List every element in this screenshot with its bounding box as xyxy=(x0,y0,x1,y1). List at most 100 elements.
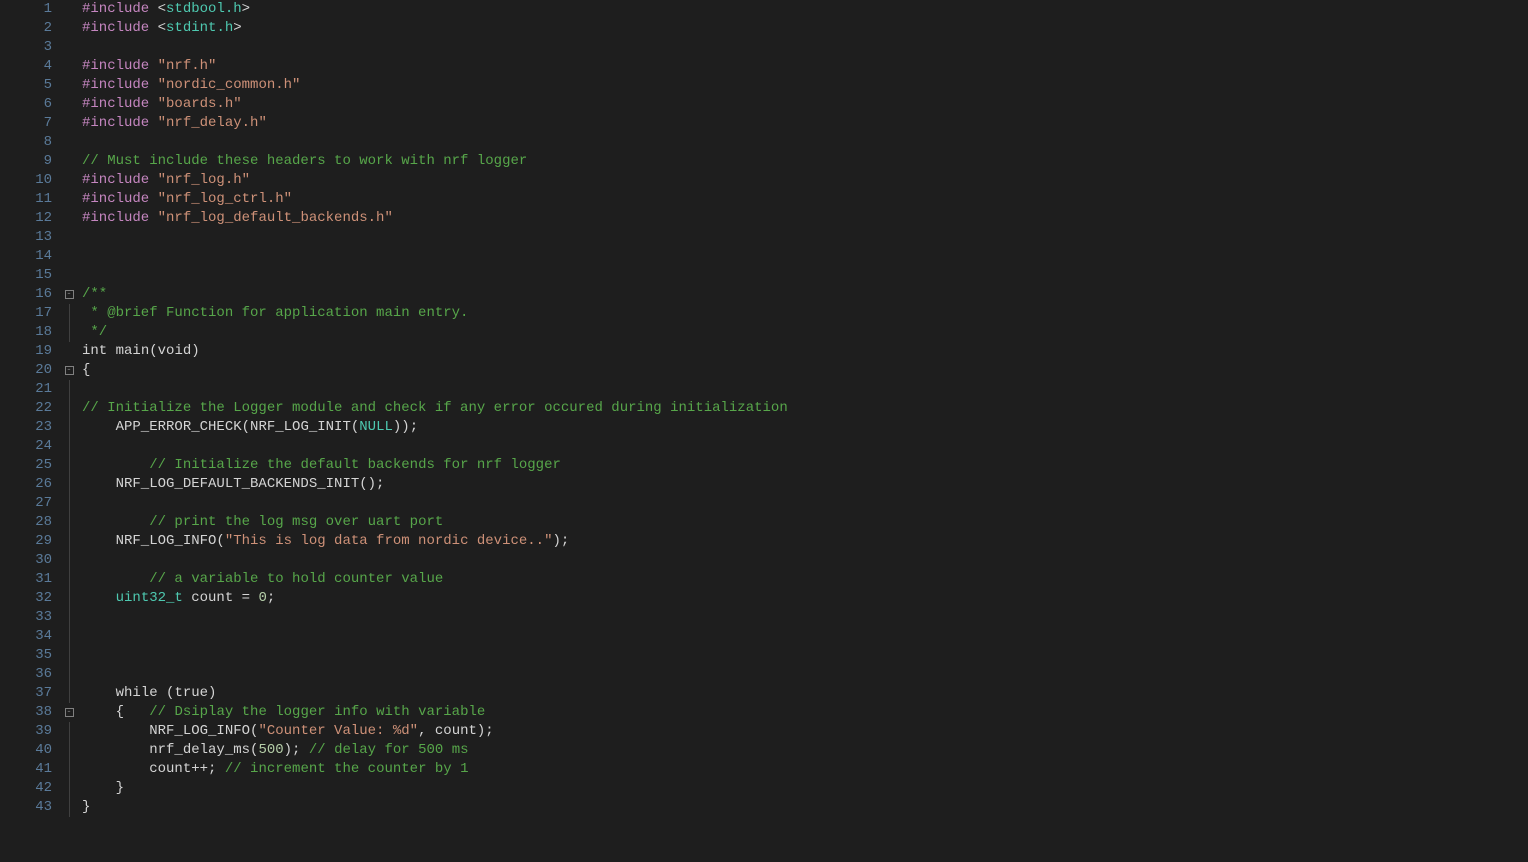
token-punct: (); xyxy=(359,476,384,492)
token-punct: ) xyxy=(208,685,216,701)
code-line[interactable]: // Must include these headers to work wi… xyxy=(82,152,1528,171)
fold-empty xyxy=(62,171,76,190)
code-line[interactable]: #include "nordic_common.h" xyxy=(82,76,1528,95)
fold-guide xyxy=(62,627,76,646)
code-area[interactable]: #include <stdbool.h>#include <stdint.h>#… xyxy=(76,0,1528,862)
code-line[interactable] xyxy=(82,380,1528,399)
line-number: 31 xyxy=(0,570,56,589)
token-id xyxy=(124,704,149,720)
token-pp: #include xyxy=(82,58,158,74)
token-id xyxy=(82,780,116,796)
fold-toggle-icon[interactable]: - xyxy=(62,285,76,304)
code-line[interactable] xyxy=(82,627,1528,646)
code-line[interactable]: #include <stdint.h> xyxy=(82,19,1528,38)
code-line[interactable]: } xyxy=(82,779,1528,798)
code-line[interactable] xyxy=(82,38,1528,57)
token-pp: #include xyxy=(82,172,158,188)
code-editor[interactable]: 1234567891011121314151617181920212223242… xyxy=(0,0,1528,862)
token-punct: ( xyxy=(149,343,157,359)
token-punct: } xyxy=(116,780,124,796)
token-num: 0 xyxy=(258,590,266,606)
token-hdr: stdint.h xyxy=(166,20,233,36)
code-line[interactable]: APP_ERROR_CHECK(NRF_LOG_INIT(NULL)); xyxy=(82,418,1528,437)
token-id: NRF_LOG_INIT xyxy=(250,419,351,435)
fold-guide xyxy=(62,760,76,779)
token-op: = xyxy=(242,590,250,606)
code-line[interactable] xyxy=(82,228,1528,247)
code-line[interactable]: uint32_t count = 0; xyxy=(82,589,1528,608)
line-number: 7 xyxy=(0,114,56,133)
code-line[interactable] xyxy=(82,608,1528,627)
code-line[interactable]: #include "nrf_delay.h" xyxy=(82,114,1528,133)
code-line[interactable]: int main(void) xyxy=(82,342,1528,361)
fold-empty xyxy=(62,133,76,152)
token-type: uint32_t xyxy=(116,590,183,606)
fold-empty xyxy=(62,152,76,171)
line-number: 34 xyxy=(0,627,56,646)
code-line[interactable]: // Initialize the default backends for n… xyxy=(82,456,1528,475)
token-doc: * @brief Function for application main e… xyxy=(82,305,468,321)
fold-guide xyxy=(62,323,76,342)
code-line[interactable]: count++; // increment the counter by 1 xyxy=(82,760,1528,779)
line-number: 29 xyxy=(0,532,56,551)
token-id xyxy=(82,457,149,473)
line-number: 40 xyxy=(0,741,56,760)
token-kw: while xyxy=(116,685,158,701)
code-line[interactable] xyxy=(82,133,1528,152)
code-line[interactable] xyxy=(82,494,1528,513)
code-line[interactable] xyxy=(82,266,1528,285)
code-line[interactable] xyxy=(82,646,1528,665)
code-line[interactable]: nrf_delay_ms(500); // delay for 500 ms xyxy=(82,741,1528,760)
code-line[interactable]: #include "nrf_log.h" xyxy=(82,171,1528,190)
fold-column[interactable]: - - - xyxy=(62,0,76,862)
fold-guide xyxy=(62,608,76,627)
token-str: "nrf_log.h" xyxy=(158,172,250,188)
token-id xyxy=(158,685,166,701)
fold-guide xyxy=(62,646,76,665)
token-id: count xyxy=(183,590,242,606)
code-line[interactable]: #include "nrf_log_default_backends.h" xyxy=(82,209,1528,228)
fold-guide xyxy=(62,570,76,589)
token-kw: int xyxy=(82,343,107,359)
code-line[interactable]: while (true) xyxy=(82,684,1528,703)
code-line[interactable] xyxy=(82,551,1528,570)
code-line[interactable]: #include "boards.h" xyxy=(82,95,1528,114)
line-number: 27 xyxy=(0,494,56,513)
code-line[interactable]: // a variable to hold counter value xyxy=(82,570,1528,589)
fold-guide xyxy=(62,494,76,513)
code-line[interactable]: * @brief Function for application main e… xyxy=(82,304,1528,323)
code-line[interactable]: NRF_LOG_INFO("This is log data from nord… xyxy=(82,532,1528,551)
line-number: 32 xyxy=(0,589,56,608)
token-sys: > xyxy=(242,1,250,17)
fold-toggle-icon[interactable]: - xyxy=(62,703,76,722)
token-id: APP_ERROR_CHECK xyxy=(82,419,242,435)
token-id xyxy=(82,514,149,530)
token-sys: < xyxy=(158,20,166,36)
code-line[interactable]: /** xyxy=(82,285,1528,304)
fold-guide xyxy=(62,304,76,323)
code-line[interactable]: } xyxy=(82,798,1528,817)
code-line[interactable] xyxy=(82,665,1528,684)
code-line[interactable]: #include "nrf_log_ctrl.h" xyxy=(82,190,1528,209)
code-line[interactable]: NRF_LOG_INFO("Counter Value: %d", count)… xyxy=(82,722,1528,741)
token-sys: < xyxy=(158,1,166,17)
fold-guide xyxy=(62,532,76,551)
code-line[interactable]: */ xyxy=(82,323,1528,342)
token-punct: ( xyxy=(242,419,250,435)
token-punct: } xyxy=(82,799,90,815)
code-line[interactable]: // Initialize the Logger module and chec… xyxy=(82,399,1528,418)
code-line[interactable]: { // Dsiplay the logger info with variab… xyxy=(82,703,1528,722)
code-line[interactable]: { xyxy=(82,361,1528,380)
token-id xyxy=(82,685,116,701)
token-id: NRF_LOG_DEFAULT_BACKENDS_INIT xyxy=(82,476,359,492)
code-line[interactable]: #include <stdbool.h> xyxy=(82,0,1528,19)
token-punct: ( xyxy=(216,533,224,549)
fold-toggle-icon[interactable]: - xyxy=(62,361,76,380)
code-line[interactable] xyxy=(82,437,1528,456)
token-pp: #include xyxy=(82,210,158,226)
token-str: "nrf_delay.h" xyxy=(158,115,267,131)
code-line[interactable]: // print the log msg over uart port xyxy=(82,513,1528,532)
code-line[interactable]: #include "nrf.h" xyxy=(82,57,1528,76)
code-line[interactable]: NRF_LOG_DEFAULT_BACKENDS_INIT(); xyxy=(82,475,1528,494)
code-line[interactable] xyxy=(82,247,1528,266)
